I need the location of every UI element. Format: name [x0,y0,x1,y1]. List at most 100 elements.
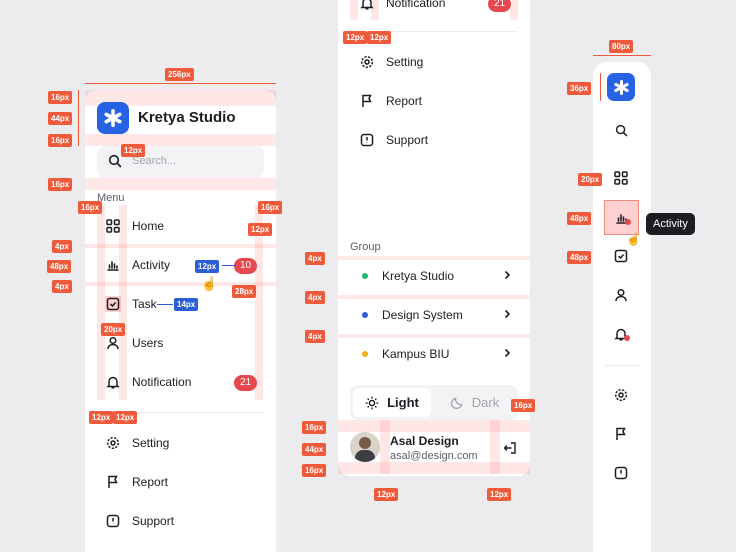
spec-tag: 14px [174,298,199,311]
menu-item-home[interactable]: Home [105,218,164,234]
theme-dark-label: Dark [471,395,500,410]
moon-icon [450,396,464,409]
bell-icon [359,0,375,11]
spec-tag: 12px [367,31,392,44]
activity-nav-item[interactable] [604,200,639,235]
alert-square-icon [105,513,121,529]
theme-dark-option[interactable]: Dark [436,388,514,417]
group-item-design-system[interactable]: Design System [362,308,512,322]
group-label: Kretya Studio [382,269,455,283]
spacing-guide [338,295,530,299]
menu-item-notification[interactable]: Notification [359,0,445,11]
spec-tag: 12px [121,144,146,157]
spec-tag: 4px [305,330,325,343]
spec-tag: 4px [305,291,325,304]
search-icon[interactable] [615,124,628,142]
activity-count-badge: 10 [234,258,258,274]
sun-icon [365,396,379,410]
spacing-guide [338,334,530,338]
spacing-guide [338,420,530,432]
hand-cursor-icon: ☝ [201,276,218,291]
menu-item-label: Support [386,133,429,147]
menu-item-task[interactable]: Task [105,296,157,312]
notification-count-badge: 21 [488,0,512,12]
group-item-kretya-studio[interactable]: Kretya Studio [362,269,512,283]
menu-item-label: Notification [386,0,446,10]
spec-tag: 20px [101,323,126,336]
user-icon[interactable] [614,288,628,307]
measure-line [85,83,276,84]
spacing-guide [97,205,105,400]
menu-item-label: Activity [132,258,171,272]
gear-icon [105,435,121,451]
notification-dot [625,219,631,225]
spec-tag: 4px [52,240,72,253]
group-color-dot [362,273,368,279]
spec-tag: 12px [343,31,368,44]
flag-icon[interactable] [614,427,628,446]
spec-tag: 16px [78,201,103,214]
brand-logo [607,73,635,101]
bell-icon [105,374,121,390]
menu-item-label: Users [132,336,164,350]
alert-square-icon [359,132,375,148]
menu-item-setting[interactable]: Setting [359,54,423,70]
spec-tag: 20px [578,173,603,186]
spec-tag: 44px [48,112,73,125]
menu-item-label: Report [386,94,423,108]
menu-item-support[interactable]: Support [359,132,428,148]
menu-item-activity[interactable]: Activity [105,257,170,273]
group-color-dot [362,351,368,357]
menu-item-report[interactable]: Report [105,474,168,490]
chevron-right-icon [502,269,512,283]
grid-icon[interactable] [614,171,628,190]
spec-tag: 16px [511,399,536,412]
logout-icon[interactable] [503,441,517,460]
tooltip: Activity [646,213,695,235]
spec-tag: 12px [248,223,273,236]
group-item-kampus-biu[interactable]: Kampus BIU [362,347,512,361]
spec-tag: 16px [258,201,283,214]
group-heading: Group [350,241,381,253]
menu-item-report[interactable]: Report [359,93,422,109]
group-label: Design System [382,308,463,322]
spec-tag: 44px [302,443,327,456]
spec-tag: 16px [48,91,73,104]
avatar[interactable] [350,432,380,462]
theme-light-label: Light [387,395,419,410]
theme-light-option[interactable]: Light [353,388,431,417]
menu-item-users[interactable]: Users [105,335,163,351]
checkbox-icon[interactable] [614,249,628,268]
spacing-guide [85,244,276,248]
notification-count-badge: 21 [234,375,258,391]
menu-item-notification[interactable]: Notification [105,374,191,390]
menu-item-label: Setting [132,436,170,450]
menu-item-label: Task [132,297,157,311]
spacing-guide [85,134,276,146]
spacing-guide [85,178,276,190]
menu-item-label: Notification [132,375,192,389]
group-label: Kampus BIU [382,347,450,361]
notification-dot [624,335,630,341]
menu-item-label: Report [132,475,169,489]
spec-tag: 4px [52,280,72,293]
spec-tag: 16px [302,464,327,477]
spec-tag: 48px [47,260,72,273]
measure-line [222,265,236,266]
measure-line [78,90,79,146]
flag-icon [359,93,375,109]
menu-item-label: Support [132,514,175,528]
menu-item-setting[interactable]: Setting [105,435,169,451]
spacing-guide [338,462,530,474]
menu-item-support[interactable]: Support [105,513,174,529]
group-color-dot [362,312,368,318]
gear-icon[interactable] [614,388,628,407]
spacing-guide [338,256,530,260]
alert-square-icon[interactable] [614,466,628,485]
bell-icon[interactable] [614,327,630,346]
asterisk-icon [613,79,629,95]
user-email: asal@design.com [390,450,478,462]
chart-bars-icon [105,257,121,273]
search-icon [108,154,122,173]
spec-tag: 12px [487,488,512,501]
